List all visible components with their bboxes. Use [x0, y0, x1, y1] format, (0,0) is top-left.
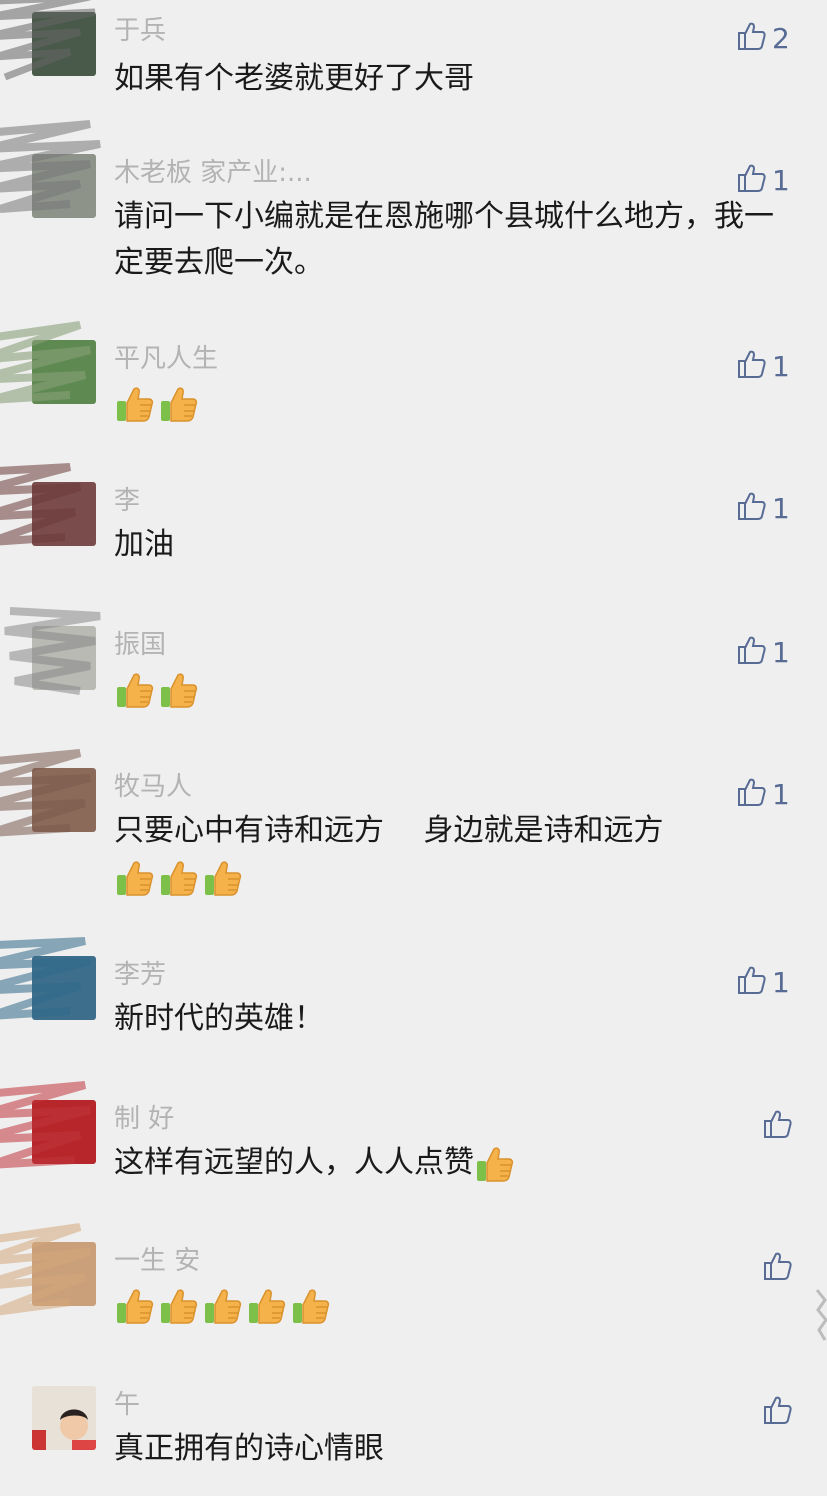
avatar[interactable]: [32, 1242, 96, 1306]
comment-text: 加油: [114, 527, 174, 562]
thumbs-up-outline-icon: [736, 348, 768, 384]
thumbs-up-emoji-icon: [161, 860, 198, 896]
thumbs-up-outline-icon: [762, 1108, 794, 1144]
avatar[interactable]: [32, 1386, 96, 1450]
thumbs-up-outline-icon: [736, 964, 768, 1000]
avatar[interactable]: [32, 626, 96, 690]
comment-author[interactable]: 制 好: [114, 1102, 174, 1136]
thumbs-up-outline-icon: [736, 490, 768, 526]
thumbs-up-emoji-icon: [205, 860, 242, 896]
avatar[interactable]: [32, 154, 96, 218]
thumbs-up-outline-icon: [736, 162, 768, 198]
avatar[interactable]: [32, 482, 96, 546]
thumbs-up-outline-icon: [762, 1394, 794, 1430]
like-count: 1: [772, 163, 790, 197]
comment-author[interactable]: 李: [114, 484, 140, 518]
like-count: 1: [772, 635, 790, 669]
thumbs-up-emoji-icon: [205, 1288, 242, 1324]
avatar[interactable]: [32, 12, 96, 76]
thumbs-up-emoji-icon: [293, 1288, 330, 1324]
thumbs-up-outline-icon: [762, 1250, 794, 1286]
like-count: 1: [772, 965, 790, 999]
avatar[interactable]: [32, 956, 96, 1020]
avatar-photo: [32, 1386, 96, 1450]
comment-text: 请问一下小编就是在恩施哪个县城什么地方，我一定要去爬一次。: [114, 199, 774, 280]
thumbs-up-outline-icon: [736, 20, 768, 56]
thumbs-up-emoji-icon: [117, 1288, 154, 1324]
edge-scribble: [815, 1289, 827, 1341]
emoji-row: [114, 857, 246, 899]
avatar[interactable]: [32, 1100, 96, 1164]
comment-author[interactable]: 午: [114, 1388, 140, 1422]
thumbs-up-emoji-icon: [161, 386, 198, 422]
like-button[interactable]: 1: [736, 634, 790, 670]
thumbs-up-emoji-icon: [117, 672, 154, 708]
thumbs-up-emoji-icon: [161, 672, 198, 708]
comment-text: 如果有个老婆就更好了大哥: [114, 61, 474, 96]
like-count: 1: [772, 777, 790, 811]
emoji-row: [114, 1285, 334, 1327]
avatar[interactable]: [32, 340, 96, 404]
avatar[interactable]: [32, 768, 96, 832]
emoji-row: [114, 383, 202, 425]
comment-text: 只要心中有诗和远方 身边就是诗和远方: [114, 808, 794, 900]
comment-author[interactable]: 平凡人生: [114, 342, 218, 376]
emoji-row: [114, 669, 202, 711]
thumbs-up-emoji-icon: [477, 1146, 514, 1182]
like-button[interactable]: 1: [736, 348, 790, 384]
thumbs-up-outline-icon: [736, 776, 768, 812]
comment-text: 新时代的英雄！: [114, 1001, 324, 1036]
like-button[interactable]: 1: [736, 490, 790, 526]
comment-list: 于兵 如果有个老婆就更好了大哥 2 木老板 家产业:... 请问一下小编就是在恩…: [0, 0, 827, 1496]
comment-author[interactable]: 一生 安: [114, 1244, 200, 1278]
comment-text: 真正拥有的诗心情眼: [114, 1431, 384, 1466]
thumbs-up-outline-icon: [736, 634, 768, 670]
thumbs-up-emoji-icon: [249, 1288, 286, 1324]
thumbs-up-emoji-icon: [161, 1288, 198, 1324]
like-button[interactable]: [762, 1250, 798, 1286]
like-count: 1: [772, 349, 790, 383]
comment-author[interactable]: 木老板 家产业:...: [114, 156, 312, 190]
like-button[interactable]: 2: [736, 20, 790, 56]
comment-text: [114, 1282, 794, 1328]
comment-author[interactable]: 于兵: [114, 14, 166, 48]
comment-text: [114, 380, 794, 426]
comment-author[interactable]: 牧马人: [114, 770, 192, 804]
like-count: 1: [772, 491, 790, 525]
emoji-row: [474, 1143, 518, 1185]
like-button[interactable]: 1: [736, 162, 790, 198]
thumbs-up-emoji-icon: [117, 386, 154, 422]
like-count: 2: [772, 21, 790, 55]
like-button[interactable]: [762, 1108, 798, 1144]
comment-text: 这样有远望的人，人人点赞: [114, 1140, 794, 1186]
like-button[interactable]: 1: [736, 776, 790, 812]
thumbs-up-emoji-icon: [117, 860, 154, 896]
comment-author[interactable]: 李芳: [114, 958, 166, 992]
like-button[interactable]: 1: [736, 964, 790, 1000]
comment-author[interactable]: 振国: [114, 628, 166, 662]
like-button[interactable]: [762, 1394, 798, 1430]
comment-text: [114, 666, 794, 712]
